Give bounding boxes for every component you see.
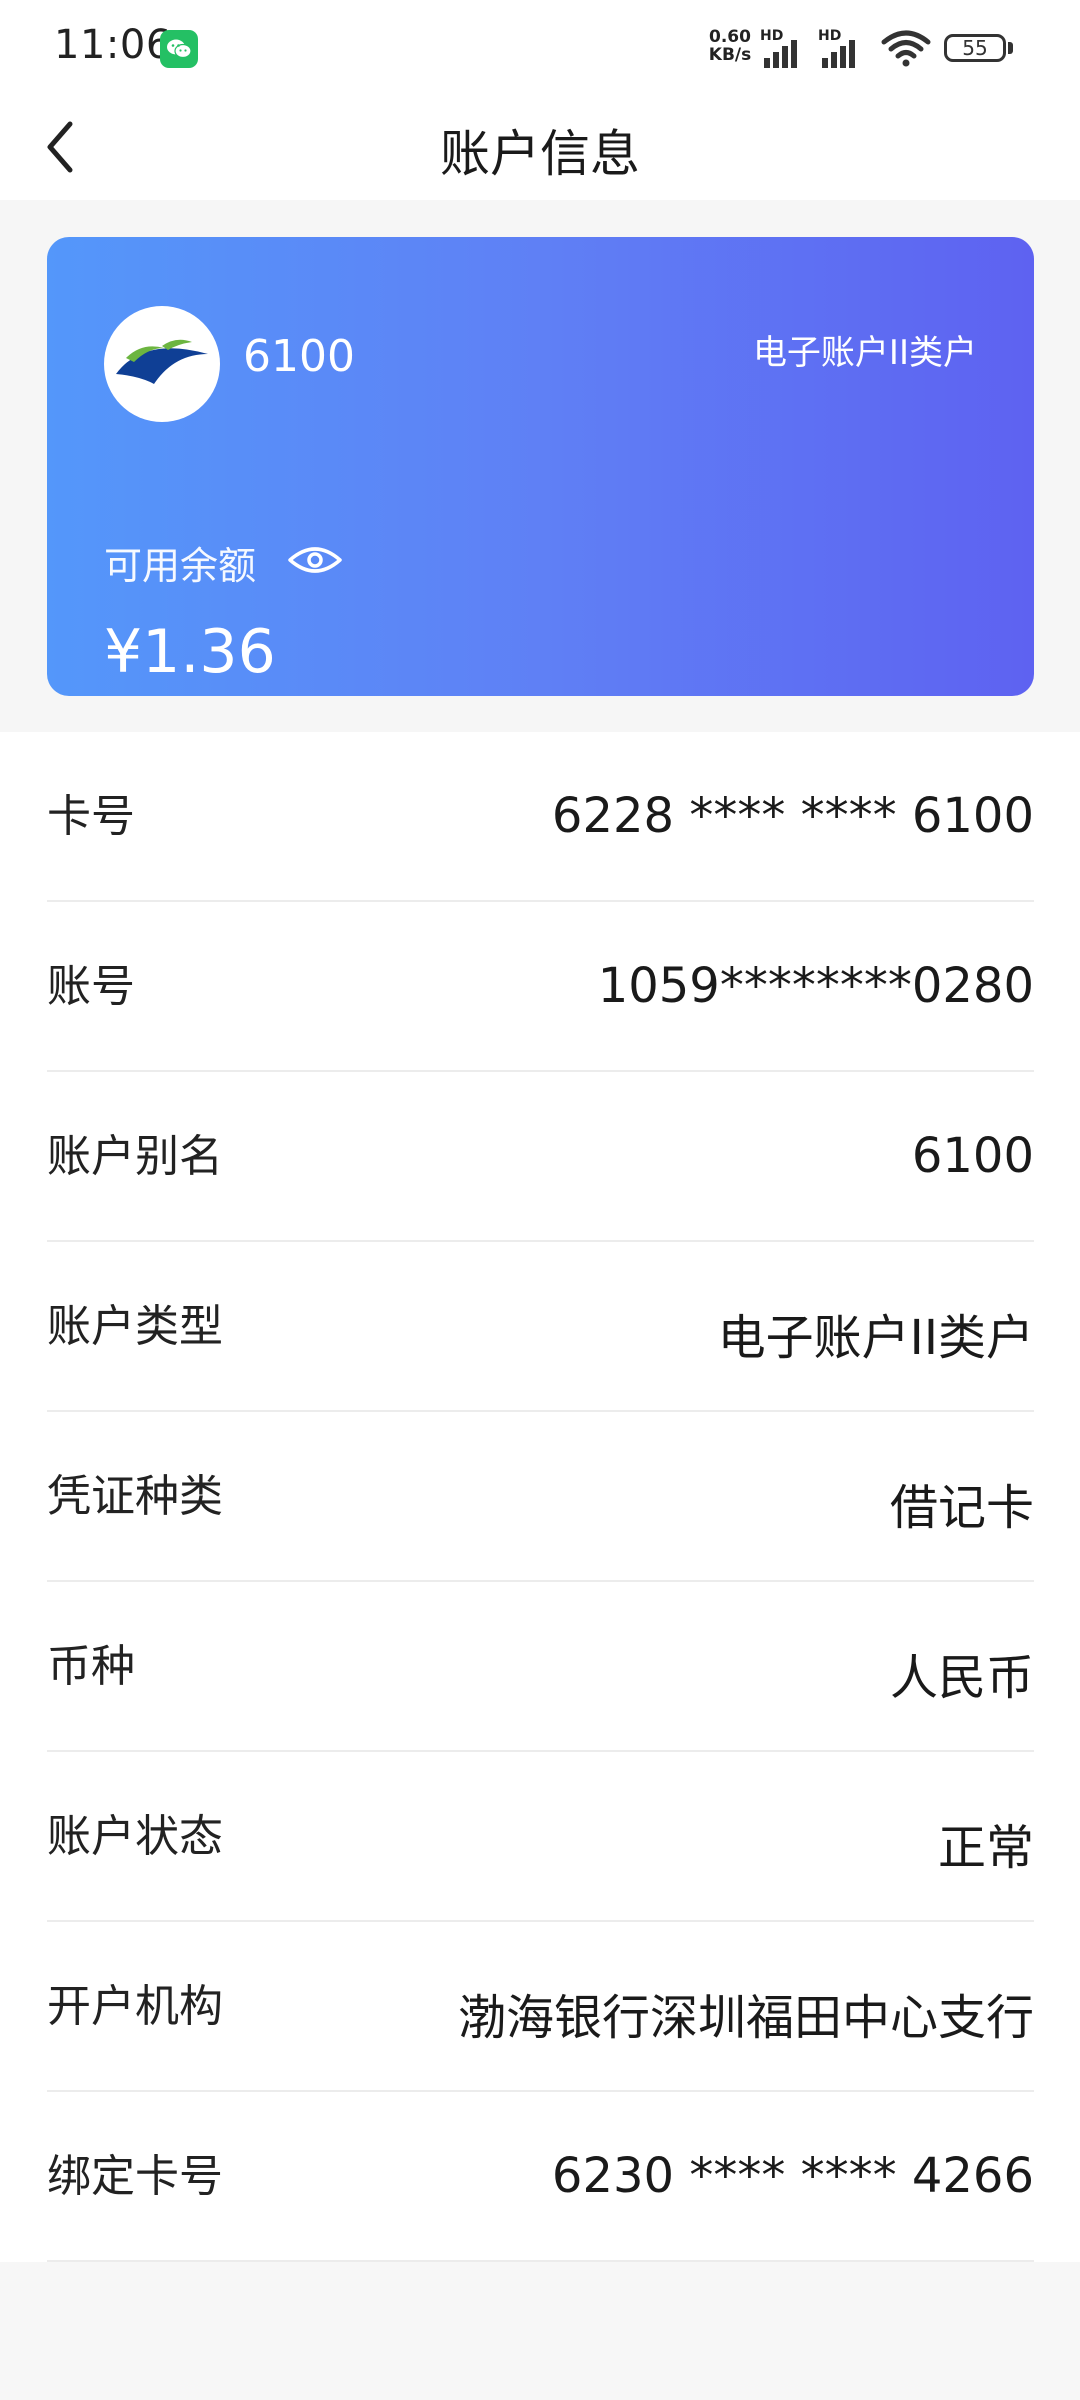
info-row-account-type: 账户类型 电子账户II类户 [47, 1242, 1034, 1412]
info-row-voucher-type: 凭证种类 借记卡 [47, 1412, 1034, 1582]
page-title: 账户信息 [440, 125, 640, 183]
wechat-icon [160, 30, 198, 68]
row-value: 人民币 [889, 1650, 1034, 1706]
row-label: 绑定卡号 [47, 2151, 223, 2202]
row-label: 凭证种类 [47, 1471, 223, 1522]
info-row-opening-branch: 开户机构 渤海银行深圳福田中心支行 [47, 1922, 1034, 2092]
card-alias: 6100 [243, 331, 355, 382]
network-speed-unit: KB/s [708, 45, 752, 65]
row-value: 6100 [911, 1128, 1034, 1184]
row-label: 账户状态 [47, 1811, 223, 1862]
info-row-account-status: 账户状态 正常 [47, 1752, 1034, 1922]
row-label: 开户机构 [47, 1981, 223, 2032]
info-row-bound-card: 绑定卡号 6230 **** **** 4266 [47, 2092, 1034, 2262]
row-label: 账号 [47, 961, 135, 1012]
info-row-account-number: 账号 1059********0280 [47, 902, 1034, 1072]
info-row-currency: 币种 人民币 [47, 1582, 1034, 1752]
bottom-blank-area [0, 2262, 1080, 2400]
account-card: 6100 电子账户II类户 可用余额 ¥1.36 [47, 237, 1034, 696]
bank-logo [104, 306, 220, 422]
row-label: 账户类型 [47, 1301, 223, 1352]
row-value: 6228 **** **** 6100 [551, 788, 1034, 844]
info-row-card-number: 卡号 6228 **** **** 6100 [47, 732, 1034, 902]
balance-label: 可用余额 [104, 544, 257, 588]
battery-tip [1008, 42, 1013, 54]
battery-icon: 55 [944, 34, 1006, 62]
card-section: 6100 电子账户II类户 可用余额 ¥1.36 [0, 200, 1080, 732]
network-speed: 0.60 KB/s [700, 28, 760, 64]
row-label: 账户别名 [47, 1131, 223, 1182]
row-label: 币种 [47, 1641, 135, 1692]
balance-value: ¥1.36 [104, 617, 276, 687]
row-value: 6230 **** **** 4266 [551, 2148, 1034, 2204]
status-time: 11:06 [54, 22, 172, 68]
row-value: 渤海银行深圳福田中心支行 [457, 1990, 1034, 2046]
row-label: 卡号 [47, 791, 135, 842]
account-info-list: 卡号 6228 **** **** 6100 账号 1059********02… [0, 732, 1080, 2262]
row-value: 正常 [937, 1820, 1034, 1876]
row-value: 电子账户II类户 [717, 1310, 1034, 1366]
account-info-page: 11:06 0.60 KB/s HD HD 55 账户信息 6100 电子账户I… [0, 0, 1080, 2400]
signal-icon-2: HD [818, 28, 868, 68]
wifi-icon [881, 30, 931, 67]
status-bar: 11:06 0.60 KB/s HD HD 55 [0, 0, 1080, 96]
row-value: 借记卡 [889, 1480, 1034, 1536]
card-account-type: 电子账户II类户 [752, 333, 977, 373]
info-row-account-alias: 账户别名 6100 [47, 1072, 1034, 1242]
signal-icon: HD [760, 28, 810, 68]
network-speed-value: 0.60 [709, 27, 751, 47]
nav-bar: 账户信息 [0, 96, 1080, 200]
row-value: 1059********0280 [597, 958, 1034, 1014]
eye-icon[interactable] [287, 540, 343, 580]
